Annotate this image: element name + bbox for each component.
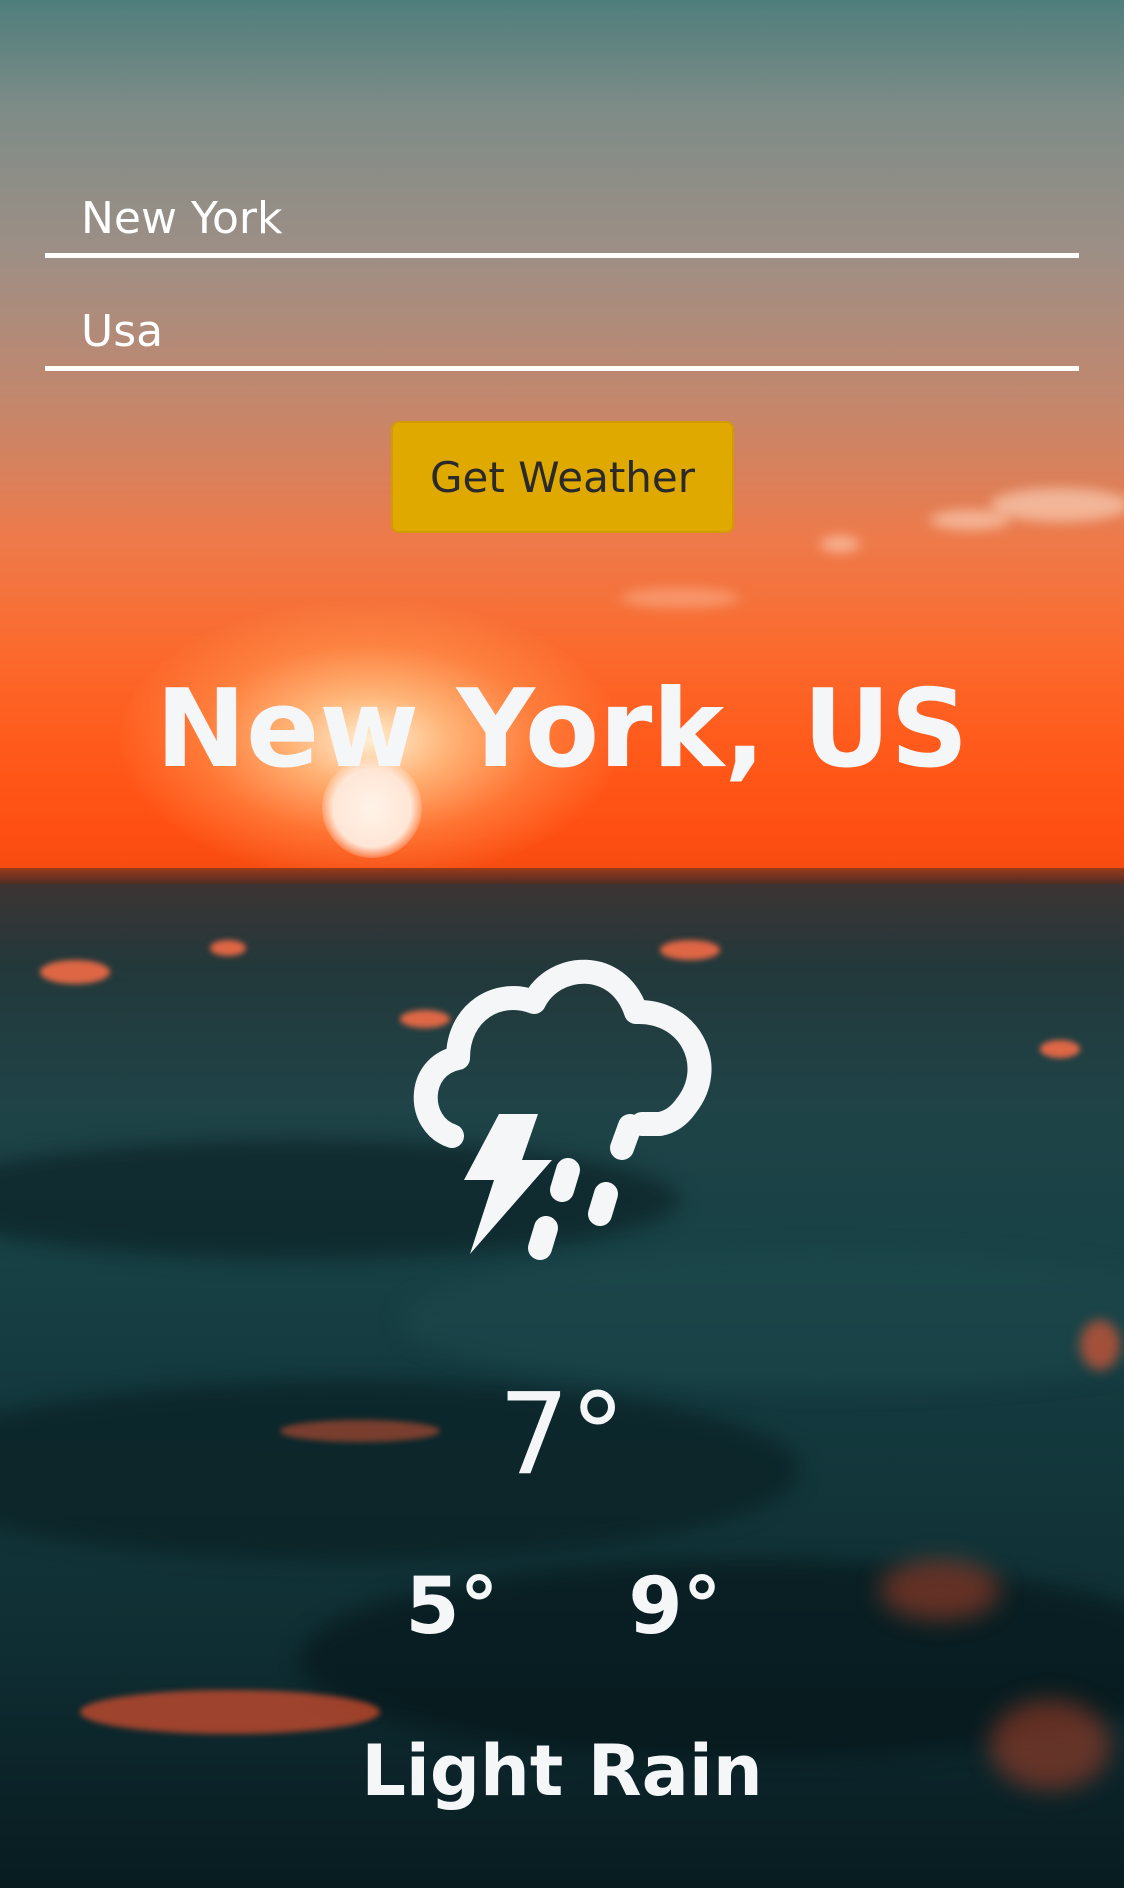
background-glint — [1040, 1040, 1080, 1058]
min-temperature: 5° — [405, 1562, 499, 1652]
thunderstorm-rain-icon — [404, 954, 724, 1264]
background-cloud — [620, 588, 740, 608]
current-temperature: 7° — [498, 1370, 626, 1500]
max-temperature: 9° — [628, 1562, 722, 1652]
background-glint — [880, 1560, 1000, 1620]
get-weather-button[interactable]: Get Weather — [391, 421, 734, 533]
country-input[interactable] — [45, 297, 1079, 371]
background-glint — [210, 940, 246, 956]
location-title: New York, US — [155, 667, 969, 792]
background-glint — [40, 960, 110, 984]
background-cloud — [990, 488, 1124, 522]
background-cloud — [930, 510, 1010, 530]
background-glint — [1080, 1320, 1120, 1370]
weather-conditions: Light Rain — [361, 1730, 763, 1812]
weather-app-screen: Get Weather New York, US 7° 5° 9° Light … — [0, 0, 1124, 1888]
background-cloud — [820, 536, 860, 552]
city-input[interactable] — [45, 183, 1079, 258]
